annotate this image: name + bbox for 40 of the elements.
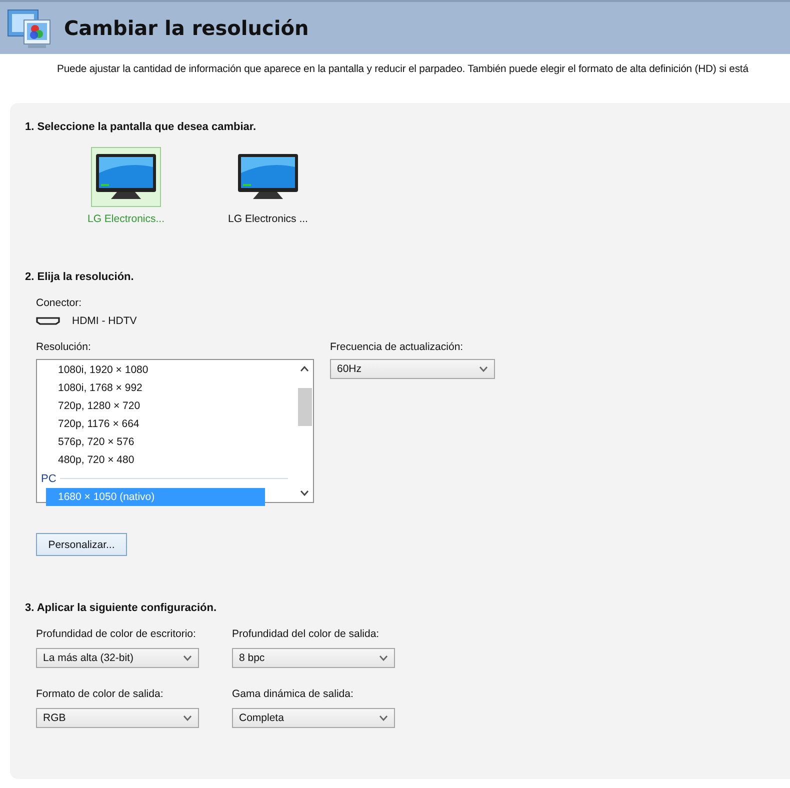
display-label: LG Electronics ...	[228, 213, 308, 225]
setting-dropdown[interactable]: Completa	[232, 708, 395, 728]
scroll-up-icon[interactable]	[300, 366, 309, 372]
setting-label: Profundidad del color de salida:	[232, 628, 380, 640]
resolution-item[interactable]: 720p, 1176 × 664	[46, 415, 265, 433]
setting-dropdown[interactable]: 8 bpc	[232, 648, 395, 668]
monitor-icon	[237, 153, 299, 201]
chevron-down-icon	[183, 655, 192, 661]
setting-label: Profundidad de color de escritorio:	[36, 628, 197, 640]
setting-dropdown[interactable]: La más alta (32-bit)	[36, 648, 199, 668]
resolution-item[interactable]: 576p, 720 × 576	[46, 433, 265, 451]
page-title: Cambiar la resolución	[64, 16, 309, 40]
group-header: PC	[41, 472, 56, 484]
display-label: LG Electronics...	[87, 213, 165, 225]
scroll-down-icon[interactable]	[300, 490, 309, 496]
customize-button[interactable]: Personalizar...	[36, 533, 127, 556]
refresh-rate-label: Frecuencia de actualización:	[330, 341, 464, 353]
description-text: Puede ajustar la cantidad de información que aparece en la pantalla y reducir el parpadeo. También puede elegir el formato de alta definición (HD) si está	[57, 64, 750, 75]
setting-dropdown[interactable]: RGB	[36, 708, 199, 728]
section-heading: 3. Aplicar la siguiente configuración.	[25, 602, 218, 614]
display-option[interactable]: LG Electronics ...	[225, 147, 311, 225]
chevron-down-icon	[379, 655, 388, 661]
resolution-item[interactable]: 1080i, 1920 × 1080	[46, 361, 265, 379]
setting-label: Formato de color de salida:	[36, 688, 164, 700]
resolution-item[interactable]: 720p, 1280 × 720	[46, 397, 265, 415]
section-heading: 1. Seleccione la pantalla que desea cambiar.	[25, 121, 258, 133]
refresh-rate-dropdown[interactable]: 60Hz	[330, 359, 495, 379]
chevron-down-icon	[479, 366, 488, 372]
scrollbar-thumb[interactable]	[298, 388, 312, 426]
setting-label: Gama dinámica de salida:	[232, 688, 354, 700]
section-heading: 2. Elija la resolución.	[25, 271, 135, 283]
hdmi-port-icon	[36, 317, 60, 325]
monitor-icon	[95, 153, 157, 201]
chevron-down-icon	[379, 715, 388, 721]
resolution-label: Resolución:	[36, 341, 92, 353]
chevron-down-icon	[183, 715, 192, 721]
resolution-item[interactable]: 1080i, 1768 × 992	[46, 379, 265, 397]
resolution-item[interactable]: 480p, 720 × 480	[46, 451, 265, 469]
connector-value: HDMI - HDTV	[72, 315, 137, 327]
connector-label: Conector:	[36, 297, 83, 309]
